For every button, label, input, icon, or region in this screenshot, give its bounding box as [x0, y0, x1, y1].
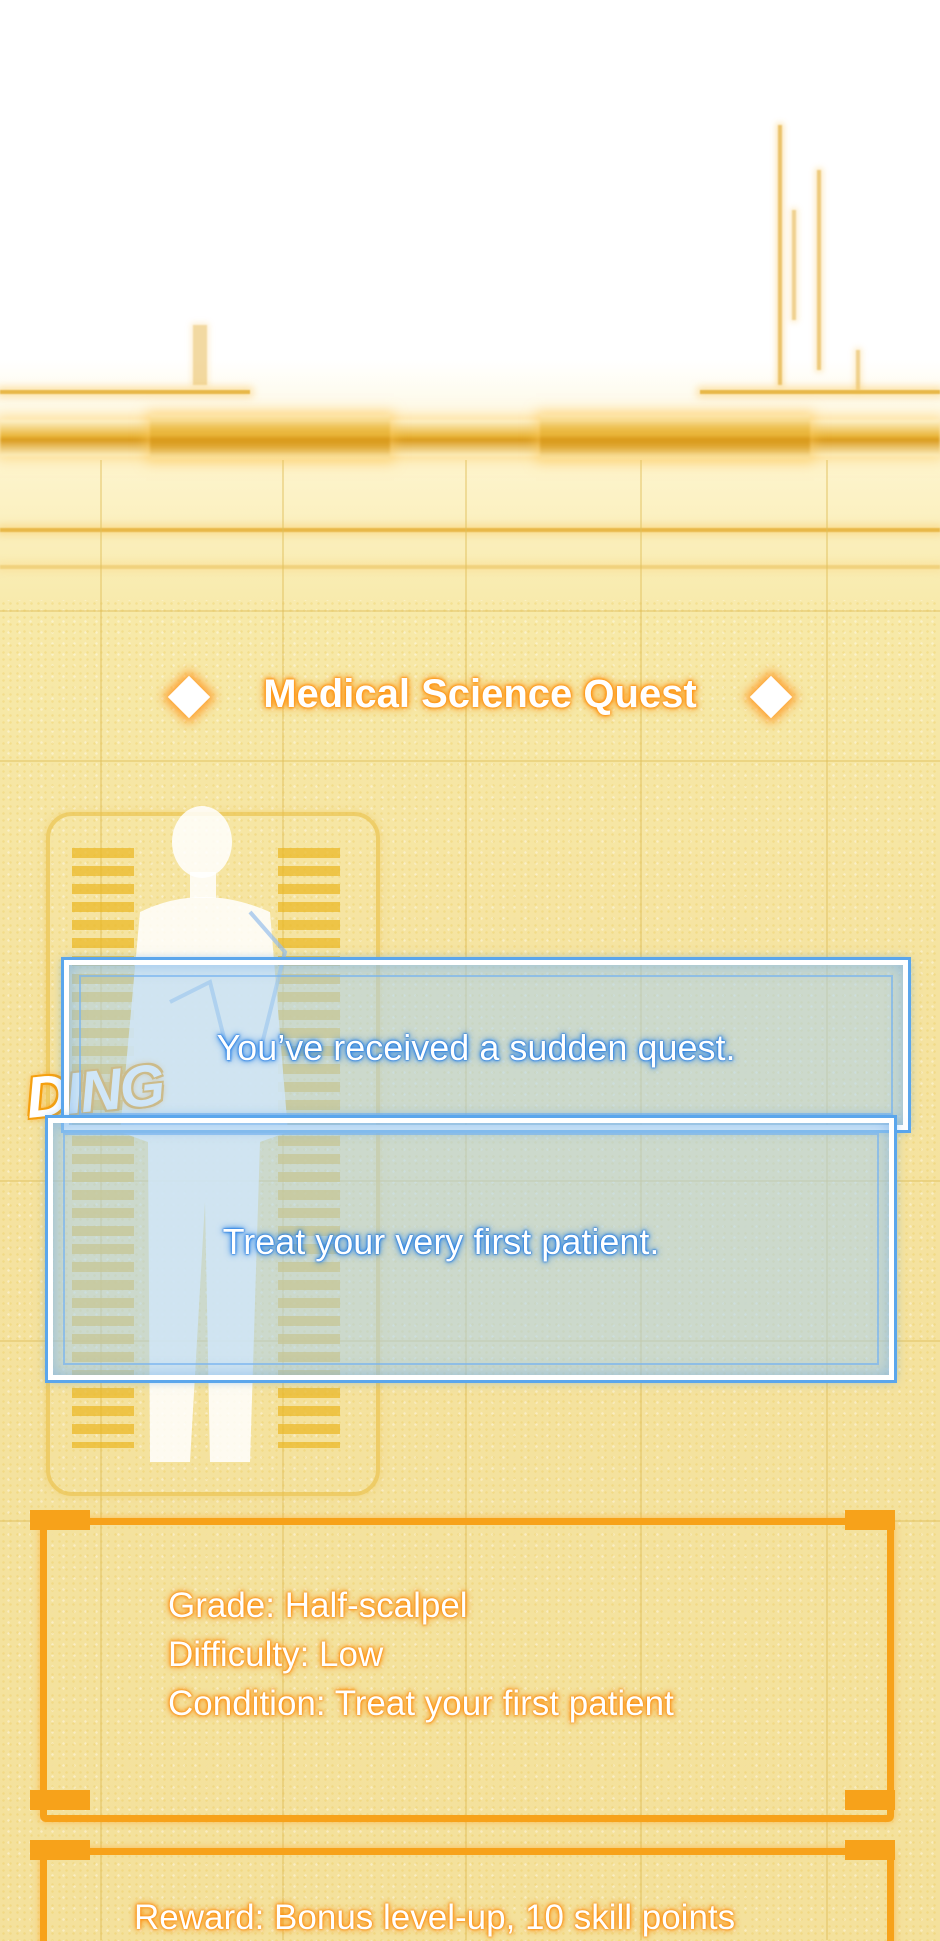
- notification-panel: Treat your very first patient.: [45, 1115, 897, 1383]
- notification-text: You’ve received a sudden quest.: [216, 1027, 736, 1068]
- grade-text: Grade: Half-scalpel: [168, 1586, 468, 1625]
- gold-vertical-line: [817, 170, 821, 370]
- gold-vertical-line: [792, 210, 796, 320]
- grid-line: [0, 760, 940, 762]
- grid-line: [0, 610, 940, 612]
- gold-vertical-line: [856, 350, 860, 390]
- frame-notch: [845, 1510, 895, 1530]
- condition-text: Condition: Treat your first patient: [168, 1684, 674, 1723]
- frame-notch: [845, 1790, 895, 1810]
- notification-panel: You’ve received a sudden quest.: [61, 957, 911, 1133]
- gold-line: [0, 390, 250, 394]
- gold-line: [700, 390, 940, 394]
- quest-title: Medical Science Quest: [263, 672, 697, 716]
- gold-glow-bar: [540, 415, 810, 459]
- frame-notch: [30, 1790, 90, 1810]
- frame-notch: [30, 1510, 90, 1530]
- gold-vertical-line: [778, 125, 782, 385]
- quest-screen: Medical Science Quest DING You’ve receiv…: [0, 0, 940, 1941]
- frame-notch: [30, 1840, 90, 1860]
- notification-text: Treat your very first patient.: [222, 1221, 660, 1262]
- frame-notch: [845, 1840, 895, 1860]
- reward-text: Reward: Bonus level-up, 10 skill points: [134, 1898, 736, 1937]
- quest-title-row: Medical Science Quest: [0, 668, 940, 728]
- gold-line: [0, 565, 940, 569]
- difficulty-text: Difficulty: Low: [168, 1635, 384, 1674]
- gold-glow-bar: [150, 415, 390, 459]
- gold-line: [0, 528, 940, 532]
- gold-vertical-line: [193, 325, 207, 385]
